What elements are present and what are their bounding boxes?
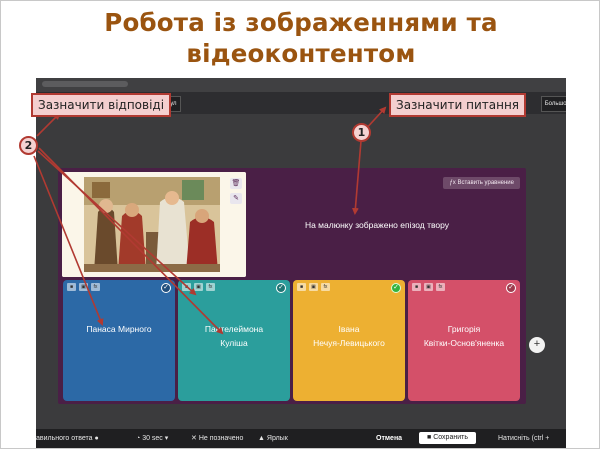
question-callout: Зазначити питання [389,93,527,117]
annotation-arrows [33,106,387,335]
answers-callout: Зазначити відповіді [31,93,172,117]
slide: Робота із зображеннями та відеоконтентом… [0,0,600,449]
badge-1: 1 [352,123,371,142]
badge-2: 2 [19,136,38,155]
